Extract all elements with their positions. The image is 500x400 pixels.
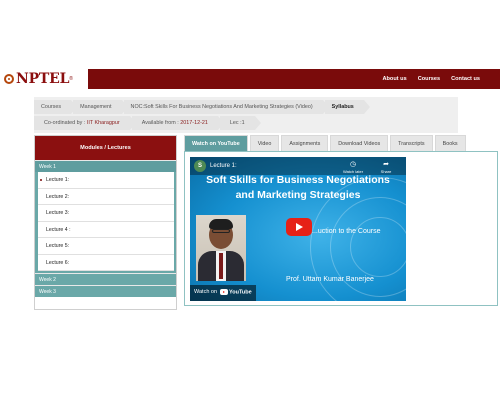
nav-contact-us[interactable]: Contact us xyxy=(451,76,480,82)
breadcrumb-course-title[interactable]: NOC:Soft Skills For Business Negotiation… xyxy=(123,100,329,114)
lec-value: 1 xyxy=(241,120,245,126)
youtube-icon xyxy=(220,289,228,295)
week-3[interactable]: Week 3 xyxy=(35,285,176,297)
video-intro-text: ...uction to the Course xyxy=(312,228,381,235)
nav-courses[interactable]: Courses xyxy=(418,76,440,82)
week-1[interactable]: Week 1 xyxy=(35,160,176,172)
week-1-lectures: Lecture 1: Lecture 2: Lecture 3: Lecture… xyxy=(35,172,176,273)
share-button[interactable]: ➦ Share xyxy=(376,160,396,174)
nav-about-us[interactable]: About us xyxy=(382,76,406,82)
coordinated-by: Co-ordinated by : IIT Kharagpur xyxy=(34,116,136,130)
watch-on-label: Watch on xyxy=(194,289,218,295)
week-2[interactable]: Week 2 xyxy=(35,273,176,285)
available-from: Available from : 2017-12-21 xyxy=(131,116,225,130)
course-meta: Co-ordinated by : IIT Kharagpur Availabl… xyxy=(34,116,261,130)
top-nav-bar: About us Courses Contact us xyxy=(88,69,500,89)
channel-avatar[interactable]: S xyxy=(194,160,206,172)
tab-download-videos[interactable]: Download Videos xyxy=(330,135,389,151)
lecture-item-3[interactable]: Lecture 3: xyxy=(38,205,174,222)
content-tabs: Watch on YouTube Video Assignments Downl… xyxy=(184,135,468,151)
presenter-photo xyxy=(196,215,246,281)
decor-ring xyxy=(350,217,406,277)
clock-icon: ◷ xyxy=(349,161,357,168)
lecture-item-4[interactable]: Lecture 4 : xyxy=(38,221,174,238)
watch-on-youtube-button[interactable]: Watch on YouTube xyxy=(190,285,256,301)
tab-transcripts[interactable]: Transcripts xyxy=(390,135,433,151)
video-heading-line2: and Marketing Strategies xyxy=(235,189,361,201)
tab-content-panel: S Lecture 1: ◷ Watch later ➦ Share Soft … xyxy=(184,151,498,306)
professor-name: Prof. Uttam Kumar Banerjee xyxy=(286,276,374,283)
available-label: Available from : xyxy=(141,120,179,126)
breadcrumb-courses[interactable]: Courses xyxy=(34,100,78,114)
tab-video[interactable]: Video xyxy=(249,135,280,151)
modules-sidebar: Modules / Lectures Week 1 Lecture 1: Lec… xyxy=(34,135,177,310)
tab-books[interactable]: Books xyxy=(434,135,466,151)
lecture-item-5[interactable]: Lecture 5: xyxy=(38,238,174,255)
video-player[interactable]: S Lecture 1: ◷ Watch later ➦ Share Soft … xyxy=(190,157,406,301)
logo-registered-mark: ® xyxy=(69,75,73,82)
watch-later-button[interactable]: ◷ Watch later xyxy=(342,160,364,174)
youtube-logo: YouTube xyxy=(220,289,252,295)
share-icon: ➦ xyxy=(383,161,389,168)
modules-heading: Modules / Lectures xyxy=(35,136,176,160)
available-value: 2017-12-21 xyxy=(180,120,208,126)
breadcrumb-management[interactable]: Management xyxy=(73,100,129,114)
breadcrumb: Courses Management NOC:Soft Skills For B… xyxy=(34,100,370,114)
video-heading-line1: Soft Skills for Business Negotiations xyxy=(206,174,390,186)
top-nav: About us Courses Contact us xyxy=(382,69,480,89)
tab-assignments[interactable]: Assignments xyxy=(281,135,329,151)
lecture-item-1[interactable]: Lecture 1: xyxy=(38,172,174,189)
tab-watch-on-youtube[interactable]: Watch on YouTube xyxy=(184,135,248,151)
logo-text: NPTEL xyxy=(16,70,70,87)
breadcrumb-panel: Courses Management NOC:Soft Skills For B… xyxy=(34,97,458,133)
coordinated-label: Co-ordinated by : xyxy=(44,120,86,126)
breadcrumb-syllabus[interactable]: Syllabus xyxy=(324,100,370,114)
site-header: NPTEL ® About us Courses Contact us xyxy=(0,66,500,91)
coordinated-value: IIT Kharagpur xyxy=(86,120,120,126)
lecture-item-6[interactable]: Lecture 6: xyxy=(38,254,174,271)
video-title[interactable]: Lecture 1: xyxy=(210,163,237,169)
play-button-icon[interactable] xyxy=(286,218,312,236)
lecture-number: Lec :1 xyxy=(219,116,261,130)
lecture-item-2[interactable]: Lecture 2: xyxy=(38,188,174,205)
lec-label: Lec : xyxy=(229,120,242,126)
logo-icon xyxy=(4,73,14,84)
nptel-logo[interactable]: NPTEL ® xyxy=(0,66,88,91)
